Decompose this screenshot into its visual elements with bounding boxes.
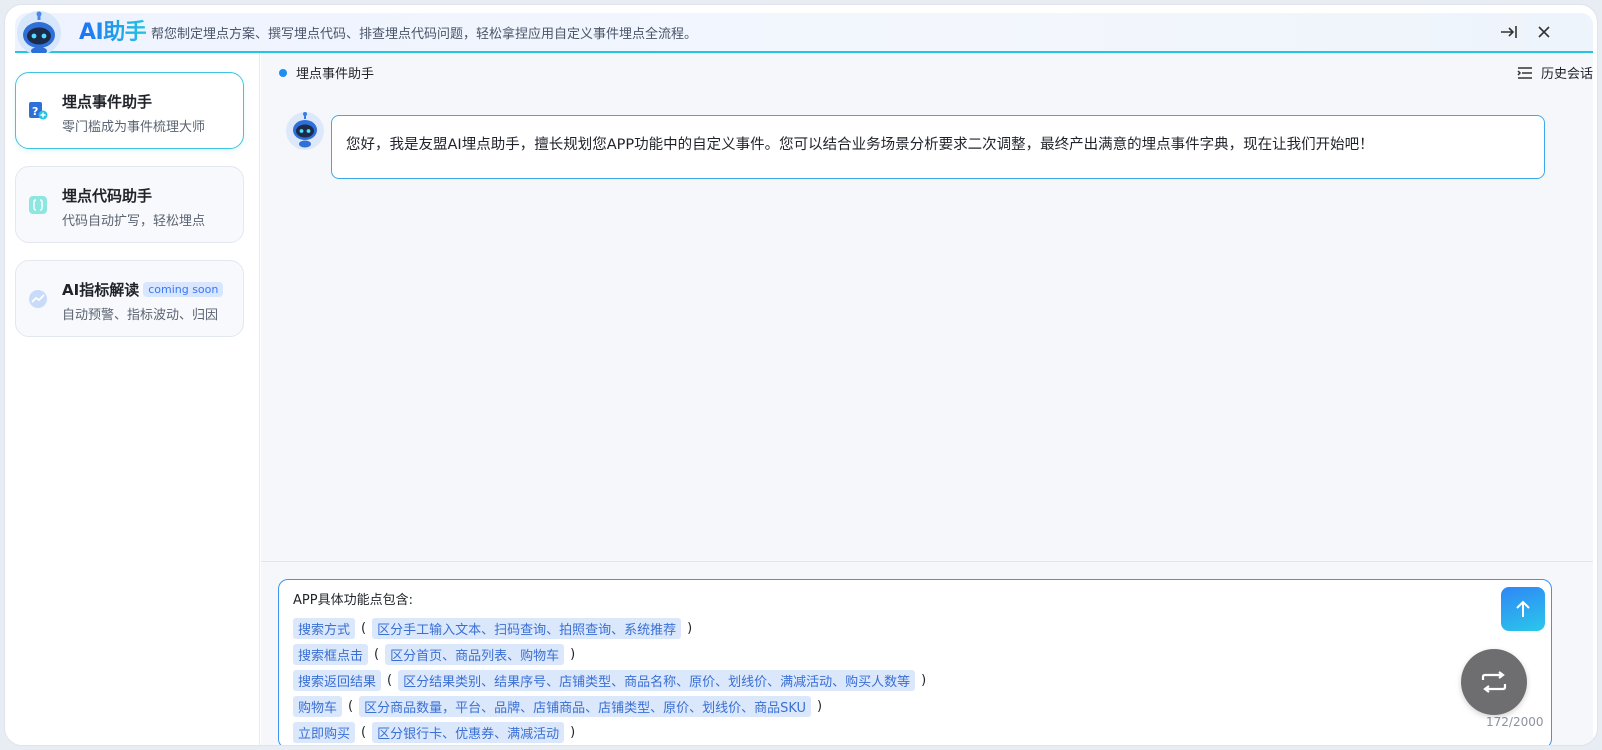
feature-tag: 购物车 — [293, 695, 343, 717]
prompt-input[interactable]: APP具体功能点包含: 搜索方式(区分手工输入文本、扫码查询、拍照查询、系统推荐… — [278, 579, 1552, 745]
feature-tag: 搜索返回结果 — [293, 669, 382, 691]
assistant-avatar-icon — [286, 112, 324, 150]
feature-tag: 搜索方式 — [293, 617, 356, 639]
card-desc: 代码自动扩写，轻松埋点 — [62, 214, 206, 229]
app-window: AI助手 帮您制定埋点方案、撰写埋点代码、排查埋点代码问题，轻松拿捏应用自定义事… — [4, 4, 1598, 746]
history-list-icon — [1517, 66, 1532, 79]
chat-panel: 埋点事件助手 历史会话 您好，我是友盟AI埋点助手，擅长规划您APP功能中的自定… — [261, 53, 1593, 745]
assistant-message: 您好，我是友盟AI埋点助手，擅长规划您APP功能中的自定义事件。您可以结合业务场… — [331, 115, 1545, 179]
feature-tag: 立即购买 — [293, 721, 356, 743]
robot-avatar-icon — [17, 11, 61, 55]
sidebar-item-ai-metrics[interactable]: AI指标解读 coming soon 自动预警、指标波动、归因 — [15, 260, 244, 337]
header-bar: AI助手 帮您制定埋点方案、撰写埋点代码、排查埋点代码问题，轻松拿捏应用自定义事… — [15, 11, 1593, 55]
input-heading: APP具体功能点包含: — [293, 592, 413, 608]
input-line: 立即购买(区分银行卡、优惠券、满减活动) — [293, 719, 1537, 745]
arrow-up-icon — [1516, 600, 1530, 617]
breadcrumb: 埋点事件助手 — [279, 63, 374, 82]
status-dot-icon — [279, 68, 287, 77]
event-helper-icon: ? — [29, 102, 48, 120]
code-braces-icon — [29, 196, 47, 214]
feature-detail: 区分结果类别、结果序号、店铺类型、商品名称、原价、划线价、满减活动、购买人数等 — [398, 669, 916, 691]
feature-detail: 区分首页、商品列表、购物车 — [385, 643, 565, 665]
swap-arrows-icon — [1481, 671, 1507, 693]
brand-title: AI助手 — [79, 14, 147, 46]
feature-detail: 区分商品数量，平台、品牌、店铺商品、店铺类型、原价、划线价、商品SKU — [359, 695, 812, 717]
card-title: 埋点代码助手 — [62, 187, 153, 205]
breadcrumb-label: 埋点事件助手 — [296, 67, 375, 82]
close-icon[interactable] — [1533, 21, 1555, 43]
history-button[interactable]: 历史会话 — [1517, 63, 1593, 82]
input-line: 搜索方式(区分手工输入文本、扫码查询、拍照查询、系统推荐) — [293, 615, 1537, 641]
header-subtitle: 帮您制定埋点方案、撰写埋点代码、排查埋点代码问题，轻松拿捏应用自定义事件埋点全流… — [151, 27, 698, 42]
trend-chart-icon — [29, 290, 47, 308]
card-title: AI指标解读 coming soon — [62, 279, 224, 300]
divider — [261, 561, 1593, 562]
svg-text:?: ? — [32, 105, 38, 118]
coming-soon-badge: coming soon — [143, 282, 224, 297]
feature-detail: 区分手工输入文本、扫码查询、拍照查询、系统推荐 — [372, 617, 682, 639]
swap-float-button[interactable] — [1461, 649, 1527, 715]
history-label: 历史会话 — [1540, 67, 1593, 82]
feature-detail: 区分银行卡、优惠券、满减活动 — [372, 721, 565, 743]
feature-tag: 搜索框点击 — [293, 643, 369, 665]
sidebar-item-code-helper[interactable]: 埋点代码助手 代码自动扩写，轻松埋点 — [15, 166, 244, 243]
sidebar-item-event-helper[interactable]: ? 埋点事件助手 零门槛成为事件梳理大师 — [15, 72, 244, 149]
input-line: 搜索框点击(区分首页、商品列表、购物车) — [293, 641, 1537, 667]
send-button[interactable] — [1501, 587, 1545, 631]
card-desc: 自动预警、指标波动、归因 — [62, 308, 219, 323]
card-desc: 零门槛成为事件梳理大师 — [62, 120, 206, 135]
card-title-text: AI指标解读 — [62, 281, 140, 299]
sidebar: ? 埋点事件助手 零门槛成为事件梳理大师 埋点代码助手 代码自动扩写，轻松埋点 … — [15, 53, 260, 745]
card-title: 埋点事件助手 — [62, 93, 153, 111]
input-line: 购物车(区分商品数量，平台、品牌、店铺商品、店铺类型、原价、划线价、商品SKU) — [293, 693, 1537, 719]
collapse-right-icon[interactable] — [1498, 21, 1520, 43]
input-line: 搜索返回结果(区分结果类别、结果序号、店铺类型、商品名称、原价、划线价、满减活动… — [293, 667, 1537, 693]
char-counter: 172/2000 — [1486, 715, 1544, 729]
